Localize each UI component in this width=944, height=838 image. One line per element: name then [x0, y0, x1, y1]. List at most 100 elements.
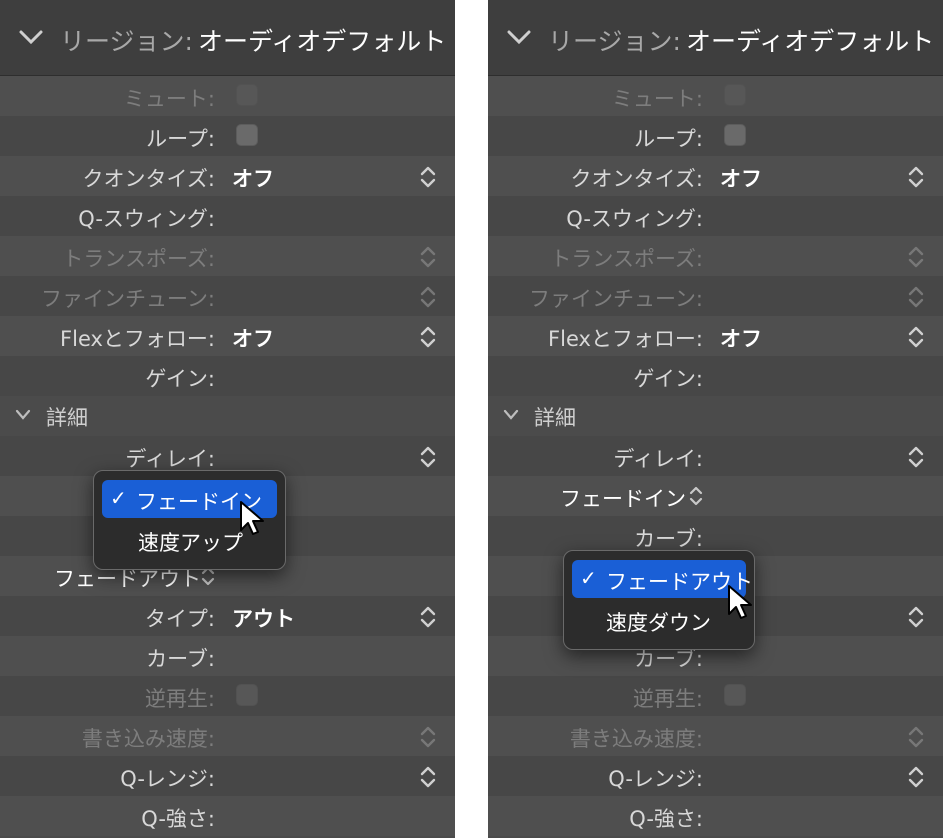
- q-swing-row: Q-スウィング:: [488, 196, 943, 236]
- reverse-checkbox[interactable]: [236, 684, 258, 706]
- flex-follow-label: Flexとフォロー:: [548, 327, 703, 351]
- q-strength-row: Q-強さ:: [488, 796, 943, 836]
- loop-row: ループ:: [488, 116, 943, 156]
- header-label: リージョン:: [60, 27, 193, 56]
- loop-label: ループ:: [634, 127, 703, 151]
- type-value[interactable]: アウト: [232, 603, 295, 633]
- fine-tune-row: ファインチューン:: [488, 276, 943, 316]
- arrow-pointer-icon: [240, 501, 264, 535]
- fine-tune-row: ファインチューン:: [0, 276, 455, 316]
- header-value: オーディオデフォルト: [198, 27, 447, 56]
- chevron-down-icon[interactable]: [14, 408, 32, 422]
- menu-item-speed-down[interactable]: 速度ダウン: [572, 601, 746, 639]
- mute-checkbox[interactable]: [236, 84, 258, 106]
- mute-row: ミュート:: [488, 76, 943, 116]
- loop-checkbox[interactable]: [236, 124, 258, 146]
- curve-row: カーブ:: [0, 636, 455, 676]
- chevron-down-icon[interactable]: [506, 26, 532, 48]
- delay-label: ディレイ:: [125, 447, 215, 471]
- checkmark-icon: ✓: [580, 566, 597, 590]
- details-section[interactable]: 詳細: [488, 396, 943, 436]
- quantize-value[interactable]: オフ: [232, 163, 274, 193]
- details-section[interactable]: 詳細: [0, 396, 455, 436]
- q-swing-label: Q-スウィング:: [78, 207, 215, 231]
- loop-checkbox[interactable]: [724, 124, 746, 146]
- reverse-checkbox[interactable]: [724, 684, 746, 706]
- flex-follow-value[interactable]: オフ: [232, 323, 274, 353]
- up-down-stepper-icon[interactable]: [419, 164, 437, 190]
- up-down-stepper-icon[interactable]: [907, 444, 925, 470]
- checkmark-icon: ✓: [110, 486, 127, 510]
- mute-row: ミュート:: [0, 76, 455, 116]
- reverse-row: 逆再生:: [488, 676, 943, 716]
- gain-label: ゲイン:: [145, 367, 215, 391]
- up-down-stepper-icon[interactable]: [907, 724, 925, 750]
- menu-item-label: 速度アップ: [138, 531, 243, 555]
- up-down-stepper-icon[interactable]: [419, 604, 437, 630]
- curve-label: カーブ:: [634, 527, 703, 551]
- quantize-label: クオンタイズ:: [570, 167, 703, 191]
- menu-item-fade-out[interactable]: ✓ フェードアウト: [572, 560, 753, 598]
- header-value: オーディオデフォルト: [686, 27, 935, 56]
- q-swing-row: Q-スウィング:: [0, 196, 455, 236]
- flex-follow-label: Flexとフォロー:: [60, 327, 215, 351]
- inspector-header[interactable]: リージョン: オーディオデフォルト: [0, 0, 455, 76]
- delay-row: ディレイ:: [488, 436, 943, 476]
- gain-row: ゲイン:: [0, 356, 455, 396]
- up-down-stepper-icon[interactable]: [907, 244, 925, 270]
- up-down-stepper-icon[interactable]: [688, 484, 704, 508]
- q-swing-label: Q-スウィング:: [566, 207, 703, 231]
- up-down-stepper-icon[interactable]: [419, 764, 437, 790]
- up-down-stepper-icon[interactable]: [419, 724, 437, 750]
- chevron-down-icon[interactable]: [18, 26, 44, 48]
- up-down-stepper-icon[interactable]: [419, 284, 437, 310]
- quantize-row: クオンタイズ: オフ: [0, 156, 455, 196]
- transpose-label: トランスポーズ:: [550, 247, 703, 271]
- fine-tune-label: ファインチューン:: [40, 287, 215, 311]
- quantize-value[interactable]: オフ: [720, 163, 762, 193]
- up-down-stepper-icon[interactable]: [907, 164, 925, 190]
- menu-item-label: 速度ダウン: [606, 611, 711, 635]
- up-down-stepper-icon[interactable]: [907, 604, 925, 630]
- write-speed-label: 書き込み速度:: [569, 727, 703, 751]
- up-down-stepper-icon[interactable]: [419, 244, 437, 270]
- write-speed-row: 書き込み速度:: [488, 716, 943, 756]
- type-row: タイプ: アウト: [0, 596, 455, 636]
- up-down-stepper-icon[interactable]: [419, 324, 437, 350]
- chevron-down-icon[interactable]: [502, 408, 520, 422]
- arrow-pointer-icon: [728, 585, 752, 619]
- region-inspector-panel-right: リージョン: オーディオデフォルト ミュート: ループ: クオンタイズ: オフ …: [488, 0, 943, 838]
- delay-label: ディレイ:: [613, 447, 703, 471]
- details-label: 詳細: [534, 406, 576, 430]
- quantize-row: クオンタイズ: オフ: [488, 156, 943, 196]
- gain-row: ゲイン:: [488, 356, 943, 396]
- mute-label: ミュート:: [123, 87, 215, 111]
- loop-label: ループ:: [146, 127, 215, 151]
- flex-follow-row: Flexとフォロー: オフ: [488, 316, 943, 356]
- reverse-label: 逆再生:: [632, 687, 703, 711]
- up-down-stepper-icon[interactable]: [907, 324, 925, 350]
- q-strength-label: Q-強さ:: [629, 807, 703, 831]
- reverse-row: 逆再生:: [0, 676, 455, 716]
- inspector-header[interactable]: リージョン: オーディオデフォルト: [488, 0, 943, 76]
- up-down-stepper-icon[interactable]: [907, 764, 925, 790]
- reverse-label: 逆再生:: [144, 687, 215, 711]
- write-speed-label: 書き込み速度:: [81, 727, 215, 751]
- up-down-stepper-icon[interactable]: [907, 284, 925, 310]
- details-label: 詳細: [46, 406, 88, 430]
- header-label: リージョン:: [548, 27, 681, 56]
- fade-in-popup[interactable]: フェードイン: [560, 483, 686, 513]
- transpose-label: トランスポーズ:: [62, 247, 215, 271]
- flex-follow-value[interactable]: オフ: [720, 323, 762, 353]
- gain-label: ゲイン:: [633, 367, 703, 391]
- mute-checkbox[interactable]: [724, 84, 746, 106]
- transpose-row: トランスポーズ:: [0, 236, 455, 276]
- loop-row: ループ:: [0, 116, 455, 156]
- mute-label: ミュート:: [611, 87, 703, 111]
- transpose-row: トランスポーズ:: [488, 236, 943, 276]
- q-range-row: Q-レンジ:: [488, 756, 943, 796]
- quantize-label: クオンタイズ:: [82, 167, 215, 191]
- up-down-stepper-icon[interactable]: [419, 444, 437, 470]
- q-range-label: Q-レンジ:: [120, 767, 215, 791]
- type-label: タイプ:: [144, 607, 215, 631]
